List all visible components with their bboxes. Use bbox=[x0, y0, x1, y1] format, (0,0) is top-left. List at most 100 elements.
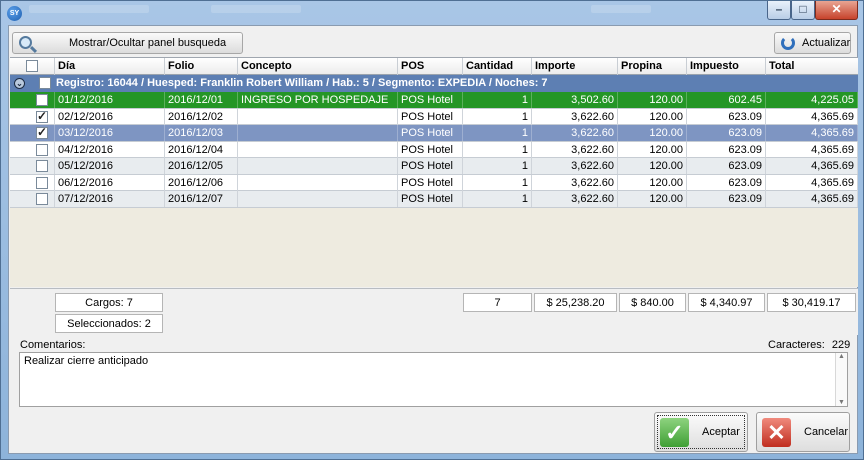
table-row[interactable]: 03/12/20162016/12/03 POS Hotel13,622.6012… bbox=[10, 125, 858, 142]
row-checkbox[interactable] bbox=[36, 193, 48, 205]
cell-propina: 120.00 bbox=[618, 125, 687, 141]
cell-concepto bbox=[238, 125, 398, 141]
dialog-window: SY – □ ✕ Mostrar/Ocultar panel busqueda … bbox=[0, 0, 864, 460]
grand-total: $ 30,419.17 bbox=[767, 293, 856, 312]
toggle-search-panel-label: Mostrar/Ocultar panel busqueda bbox=[69, 37, 227, 49]
row-checkbox[interactable] bbox=[36, 143, 48, 156]
cell-pos: POS Hotel bbox=[398, 108, 463, 125]
cell-impuesto: 623.09 bbox=[687, 174, 766, 191]
chars-counter: Caracteres: 229 bbox=[768, 339, 850, 351]
table-row[interactable]: 02/12/20162016/12/02 POS Hotel13,622.6012… bbox=[10, 108, 858, 125]
column-header-cantidad[interactable]: Cantidad bbox=[463, 58, 532, 75]
cell-folio: 2016/12/06 bbox=[165, 174, 238, 191]
cell-propina: 120.00 bbox=[618, 191, 687, 207]
dialog-body: Mostrar/Ocultar panel busqueda Actualiza… bbox=[8, 25, 858, 454]
row-checkbox-cell bbox=[30, 141, 55, 158]
comments-text: Realizar cierre anticipado bbox=[24, 355, 149, 367]
minimize-button[interactable]: – bbox=[767, 1, 791, 20]
group-checkbox[interactable] bbox=[39, 77, 51, 89]
propina-total: $ 840.00 bbox=[619, 293, 686, 312]
maximize-button[interactable]: □ bbox=[791, 1, 815, 20]
cell-cantidad: 1 bbox=[463, 108, 532, 125]
cell-folio: 2016/12/04 bbox=[165, 141, 238, 158]
refresh-button[interactable]: Actualizar bbox=[774, 32, 851, 54]
title-bar[interactable]: SY – □ ✕ bbox=[1, 1, 863, 25]
collapse-group-icon[interactable]: ⌄ bbox=[14, 78, 25, 89]
scroll-up-icon[interactable]: ▲ bbox=[836, 353, 847, 360]
group-row[interactable]: ⌄ Registro: 16044 / Huesped: Franklin Ro… bbox=[10, 75, 858, 92]
cell-folio: 2016/12/07 bbox=[165, 191, 238, 207]
row-checkbox-cell bbox=[30, 158, 55, 174]
cell-total: 4,365.69 bbox=[766, 108, 858, 125]
column-header-pos[interactable]: POS bbox=[398, 58, 463, 75]
row-checkbox-cell bbox=[30, 92, 55, 108]
cell-folio: 2016/12/01 bbox=[165, 92, 238, 108]
cell-concepto bbox=[238, 108, 398, 125]
cell-folio: 2016/12/02 bbox=[165, 108, 238, 125]
cell-concepto: INGRESO POR HOSPEDAJE bbox=[238, 92, 398, 108]
table-row[interactable]: 07/12/2016 2016/12/07 POS Hotel 1 3,622.60 12… bbox=[10, 191, 858, 208]
row-checkbox[interactable] bbox=[36, 94, 48, 106]
table-row[interactable]: 05/12/2016 2016/12/05 POS Hotel 1 3,622.60 12… bbox=[10, 158, 858, 175]
cell-dia: 06/12/2016 bbox=[55, 174, 165, 191]
cell-propina: 120.00 bbox=[618, 141, 687, 158]
cell-propina: 120.00 bbox=[618, 158, 687, 174]
column-header-impuesto[interactable]: Impuesto bbox=[687, 58, 766, 75]
cell-importe: 3,622.60 bbox=[532, 174, 618, 191]
row-checkbox[interactable] bbox=[36, 160, 48, 172]
cell-total: 4,365.69 bbox=[766, 141, 858, 158]
cell-pos: POS Hotel bbox=[398, 158, 463, 174]
column-header-folio[interactable]: Folio bbox=[165, 58, 238, 75]
cell-total: 4,365.69 bbox=[766, 158, 858, 174]
close-button[interactable]: ✕ bbox=[815, 1, 858, 20]
cell-dia: 05/12/2016 bbox=[55, 158, 165, 174]
cell-pos: POS Hotel bbox=[398, 174, 463, 191]
cell-impuesto: 623.09 bbox=[687, 158, 766, 174]
cancel-button[interactable]: ✕ Cancelar bbox=[756, 412, 850, 452]
cell-cantidad: 1 bbox=[463, 92, 532, 108]
comments-label: Comentarios: bbox=[20, 339, 86, 351]
cancel-label: Cancelar bbox=[804, 426, 849, 438]
search-icon bbox=[19, 36, 32, 49]
cell-pos: POS Hotel bbox=[398, 191, 463, 207]
column-header-propina[interactable]: Propina bbox=[618, 58, 687, 75]
comments-scrollbar[interactable]: ▲ ▼ bbox=[835, 353, 847, 406]
cell-total: 4,365.69 bbox=[766, 174, 858, 191]
comments-textarea[interactable]: Realizar cierre anticipado ▲ ▼ bbox=[19, 352, 848, 407]
cell-total: 4,365.69 bbox=[766, 125, 858, 141]
accept-button[interactable]: ✓ Aceptar bbox=[654, 412, 748, 452]
background-window-ghost bbox=[211, 5, 301, 13]
cell-cantidad: 1 bbox=[463, 125, 532, 141]
cell-dia: 02/12/2016 bbox=[55, 108, 165, 125]
charges-grid: Día Folio Concepto POS Cantidad Importe … bbox=[10, 57, 858, 287]
totals-bar: Cargos: 7 Seleccionados: 2 7 $ 25,238.20… bbox=[10, 288, 858, 335]
select-all-checkbox[interactable] bbox=[26, 60, 38, 72]
column-header-dia[interactable]: Día bbox=[55, 58, 165, 75]
checkmark-icon: ✓ bbox=[660, 418, 689, 447]
close-icon: ✕ bbox=[831, 2, 842, 16]
cell-importe: 3,622.60 bbox=[532, 125, 618, 141]
table-row[interactable]: 04/12/2016 2016/12/04 POS Hotel 1 3,622.60 12… bbox=[10, 141, 858, 158]
column-header-concepto[interactable]: Concepto bbox=[238, 58, 398, 75]
row-checkbox[interactable] bbox=[36, 109, 48, 123]
cell-cantidad: 1 bbox=[463, 191, 532, 207]
column-header-importe[interactable]: Importe bbox=[532, 58, 618, 75]
cell-impuesto: 623.09 bbox=[687, 141, 766, 158]
cell-dia: 04/12/2016 bbox=[55, 141, 165, 158]
toggle-search-panel-button[interactable]: Mostrar/Ocultar panel busqueda bbox=[12, 32, 243, 54]
cell-propina: 120.00 bbox=[618, 92, 687, 108]
cell-impuesto: 623.09 bbox=[687, 191, 766, 207]
cell-concepto bbox=[238, 158, 398, 174]
cell-folio: 2016/12/05 bbox=[165, 158, 238, 174]
table-row[interactable]: 01/12/2016 2016/12/01 INGRESO POR HOSPEDAJ… bbox=[10, 92, 858, 109]
cell-cantidad: 1 bbox=[463, 141, 532, 158]
column-header-total[interactable]: Total bbox=[766, 58, 858, 75]
row-checkbox[interactable] bbox=[36, 176, 48, 189]
table-row[interactable]: 06/12/2016 2016/12/06 POS Hotel 1 3,622.60 12… bbox=[10, 174, 858, 191]
cell-propina: 120.00 bbox=[618, 108, 687, 125]
scroll-down-icon[interactable]: ▼ bbox=[836, 399, 847, 406]
row-checkbox[interactable] bbox=[36, 125, 48, 139]
group-label: Registro: 16044 / Huesped: Franklin Robe… bbox=[56, 77, 548, 89]
cell-impuesto: 623.09 bbox=[687, 125, 766, 141]
background-window-ghost bbox=[591, 5, 651, 13]
